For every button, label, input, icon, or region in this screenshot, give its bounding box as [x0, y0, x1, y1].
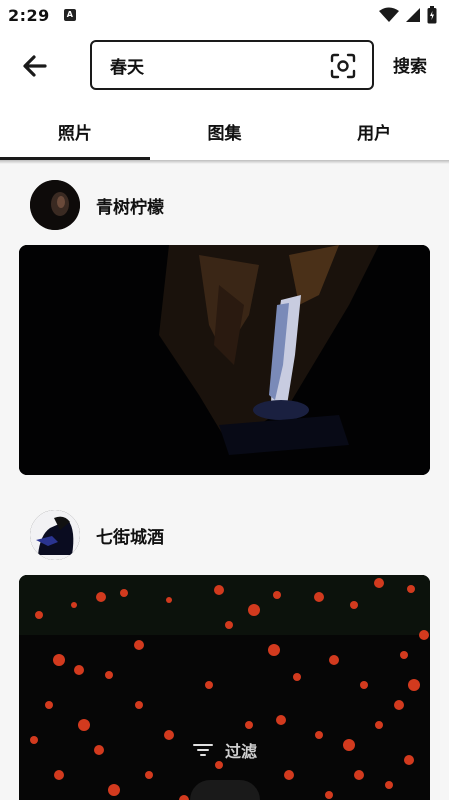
filter-icon [192, 744, 213, 756]
scan-icon [330, 53, 356, 79]
filter-label: 过滤 [224, 742, 257, 761]
avatar[interactable] [30, 180, 80, 230]
image-scan-button[interactable] [330, 53, 356, 79]
tab-users[interactable]: 用户 [299, 102, 449, 160]
search-input[interactable]: 春天 [90, 40, 374, 90]
photo-feed: 青树柠檬 七街城酒 [0, 164, 449, 800]
back-button[interactable] [20, 52, 50, 80]
tab-photos[interactable]: 照片 [0, 102, 150, 160]
search-header: 春天 搜索 [0, 30, 449, 102]
filter-button[interactable]: 过滤 [160, 735, 290, 765]
result-tabs: 照片 图集 用户 [0, 102, 449, 160]
bottom-handle [190, 780, 260, 800]
post-author[interactable]: 青树柠檬 [30, 180, 164, 230]
signal-icon [406, 8, 420, 22]
status-indicators [379, 6, 437, 24]
search-button[interactable]: 搜索 [393, 52, 427, 77]
photo-card[interactable] [19, 575, 430, 800]
post-author[interactable]: 七街城酒 [30, 510, 164, 560]
photo-card[interactable] [19, 245, 430, 475]
status-time: 2:29 [8, 5, 50, 25]
search-query: 春天 [110, 57, 144, 78]
battery-icon [427, 6, 437, 24]
author-name[interactable]: 七街城酒 [96, 523, 164, 548]
tab-albums[interactable]: 图集 [150, 102, 300, 160]
avatar[interactable] [30, 510, 80, 560]
author-name[interactable]: 青树柠檬 [96, 193, 164, 218]
status-bar: 2:29 A [0, 0, 449, 30]
notification-icon: A [63, 9, 76, 21]
wifi-icon [379, 7, 399, 22]
arrow-left-icon [23, 55, 47, 77]
search-results-screen: 2:29 A 春天 搜索 照片 图集 用户 青树柠檬 七街城酒 过滤 [0, 0, 449, 800]
